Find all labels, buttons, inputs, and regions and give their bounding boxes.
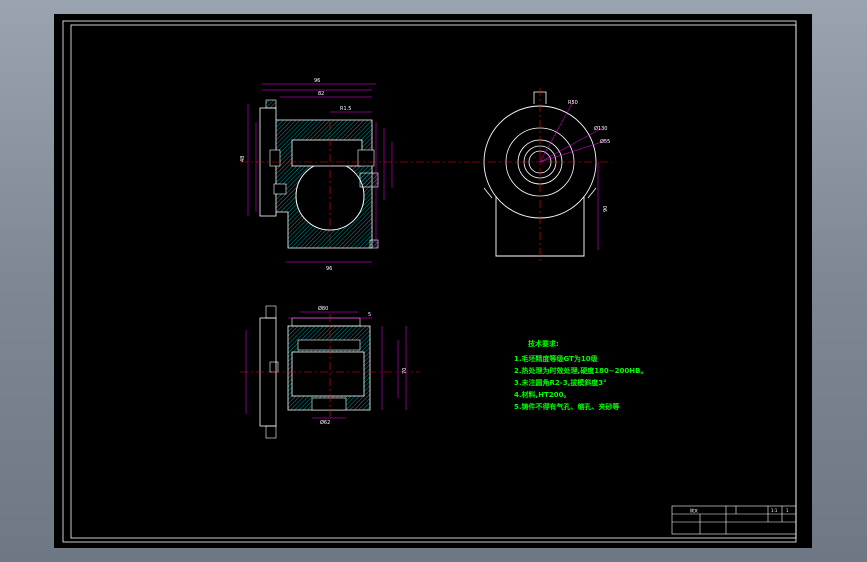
svg-text:48: 48 — [240, 156, 246, 162]
dim-5: 5 — [368, 312, 371, 318]
notes-title: 技术要求: — [528, 339, 559, 348]
svg-text:R1.5: R1.5 — [340, 106, 351, 112]
note-3: 3.未注圆角R2-3,拔模斜度3° — [514, 378, 607, 387]
title-part-name: 拨叉 — [690, 507, 698, 513]
svg-text:96: 96 — [314, 78, 320, 84]
note-2: 2.热处理为时效处理,硬度180~200HB。 — [514, 366, 647, 375]
note-5: 5.铸件不得有气孔、缩孔、夹砂等 — [514, 402, 620, 411]
note-1: 1.毛坯精度等级GT为10级 — [514, 354, 599, 363]
dim-r50: R50 — [568, 100, 578, 106]
note-4: 4.材料,HT200。 — [514, 390, 570, 399]
drawing-sheet: 96 82 R1.5 48 96 R50 Ø130 Ø55 90 Ø80 Ø62… — [54, 14, 812, 548]
cad-drawing-canvas: 96 82 R1.5 48 96 R50 Ø130 Ø55 90 Ø80 Ø62… — [0, 0, 867, 562]
dim-70: 70 — [402, 368, 408, 374]
drawing-paper — [54, 14, 812, 548]
svg-text:82: 82 — [318, 91, 324, 97]
dim-d80: Ø80 — [318, 305, 328, 312]
dim-90: 90 — [603, 206, 609, 212]
dim-d62: Ø62 — [320, 419, 330, 426]
dim-d55: Ø55 — [600, 138, 610, 145]
dim-d130: Ø130 — [594, 125, 607, 132]
title-scale: 1:1 — [771, 508, 778, 513]
svg-text:96: 96 — [326, 266, 332, 272]
